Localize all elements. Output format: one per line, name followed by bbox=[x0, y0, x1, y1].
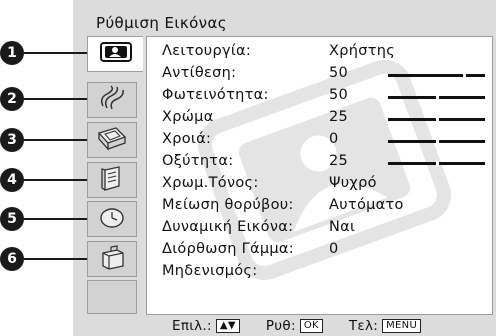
callout-3-line bbox=[24, 139, 87, 141]
contrast-slider-knob[interactable] bbox=[463, 73, 466, 78]
tab-sound[interactable] bbox=[87, 82, 137, 118]
ok-key: OK bbox=[299, 319, 323, 333]
setting-label-hue: Χροιά: bbox=[162, 131, 212, 147]
callout-2: 2 bbox=[0, 87, 24, 111]
callout-2-line bbox=[24, 98, 87, 100]
setting-value-gamma[interactable]: 0 bbox=[329, 241, 339, 257]
sound-icon bbox=[97, 84, 127, 116]
tab-setup[interactable] bbox=[87, 241, 137, 277]
setting-label-color-temp: Χρωμ.Τόνος: bbox=[162, 175, 259, 191]
brightness-slider-knob[interactable] bbox=[436, 95, 439, 100]
hue-slider[interactable] bbox=[388, 139, 485, 144]
setting-value-color-temp[interactable]: Ψυχρό bbox=[329, 175, 377, 191]
color-slider-knob[interactable] bbox=[436, 117, 439, 122]
settings-content: Λειτουργία: Χρήστης Αντίθεση: 50 Φωτεινό… bbox=[146, 36, 493, 315]
color-slider[interactable] bbox=[388, 117, 485, 122]
callout-5-line bbox=[24, 218, 87, 220]
sharpness-slider-knob[interactable] bbox=[436, 161, 439, 166]
setting-value-dynamic-picture[interactable]: Ναι bbox=[329, 219, 355, 235]
callout-3: 3 bbox=[0, 128, 24, 152]
tab-picture[interactable] bbox=[87, 36, 143, 72]
setting-value-noise-reduction[interactable]: Αυτόματο bbox=[329, 197, 404, 213]
setup-icon bbox=[97, 243, 127, 275]
setting-value-color: 25 bbox=[329, 109, 349, 125]
setting-label-brightness: Φωτεινότητα: bbox=[162, 87, 269, 103]
callout-4: 4 bbox=[0, 168, 24, 192]
tab-screen[interactable] bbox=[87, 122, 137, 158]
timer-icon bbox=[97, 203, 127, 235]
footer-select-label: Επιλ.: bbox=[172, 318, 212, 334]
footer-adjust-label: Ρυθ: bbox=[265, 318, 296, 334]
features-icon bbox=[97, 164, 127, 196]
setting-value-mode[interactable]: Χρήστης bbox=[329, 43, 395, 59]
setting-label-contrast: Αντίθεση: bbox=[162, 65, 237, 81]
setting-label-noise-reduction: Μείωση θορύβου: bbox=[162, 197, 294, 213]
callout-6-line bbox=[24, 258, 87, 260]
tab-empty bbox=[87, 280, 137, 314]
footer-exit-label: Τελ: bbox=[348, 318, 379, 334]
setting-label-mode: Λειτουργία: bbox=[162, 43, 252, 59]
setting-value-brightness: 50 bbox=[329, 87, 349, 103]
setting-label-color: Χρώμα bbox=[162, 109, 214, 125]
setting-value-sharpness: 25 bbox=[329, 153, 349, 169]
callout-1: 1 bbox=[0, 41, 24, 65]
setting-label-dynamic-picture: Δυναμική Εικόνα: bbox=[162, 219, 294, 235]
setting-value-contrast: 50 bbox=[329, 65, 349, 81]
brightness-slider[interactable] bbox=[388, 95, 485, 100]
callout-4-line bbox=[24, 179, 87, 181]
contrast-slider[interactable] bbox=[388, 73, 485, 78]
setting-label-gamma: Διόρθωση Γάμμα: bbox=[162, 241, 294, 257]
screen-icon bbox=[96, 125, 128, 155]
hue-slider-knob[interactable] bbox=[436, 139, 439, 144]
menu-title: Ρύθμιση Εικόνας bbox=[96, 14, 227, 32]
setting-label-sharpness: Οξύτητα: bbox=[162, 153, 234, 169]
sharpness-slider[interactable] bbox=[388, 161, 485, 166]
menu-key: MENU bbox=[382, 319, 422, 333]
select-keys: ▲▼ bbox=[215, 319, 240, 333]
callout-5: 5 bbox=[0, 207, 24, 231]
tab-features[interactable] bbox=[87, 162, 137, 198]
picture-icon bbox=[99, 40, 133, 68]
setting-value-hue: 0 bbox=[329, 131, 339, 147]
tab-timer[interactable] bbox=[87, 201, 137, 237]
footer-help: Επιλ.: ▲▼ Ρυθ: OK Τελ: MENU bbox=[172, 318, 422, 334]
setting-label-reset[interactable]: Μηδενισμός: bbox=[162, 263, 257, 279]
callout-6: 6 bbox=[0, 247, 24, 271]
callout-1-line bbox=[24, 52, 87, 54]
